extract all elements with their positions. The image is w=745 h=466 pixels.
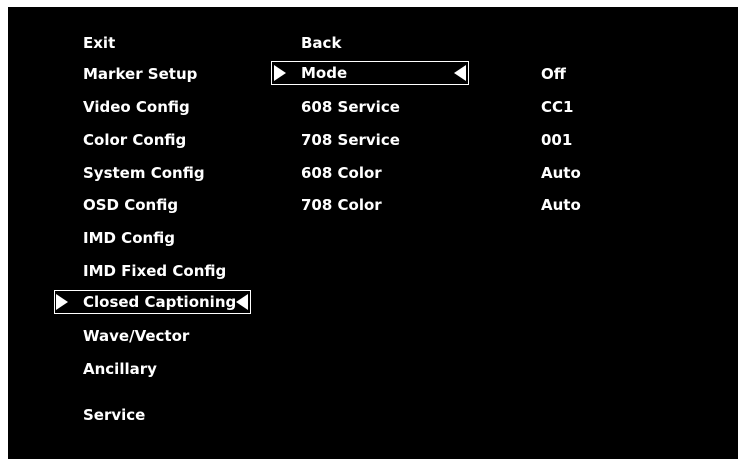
menu-item-ancillary[interactable]: Ancillary (83, 359, 157, 379)
setting-label-608-color[interactable]: 608 Color (301, 163, 382, 183)
setting-label-mode[interactable]: Mode (301, 63, 347, 83)
triangle-left-icon (236, 294, 248, 310)
menu-item-system-config[interactable]: System Config (83, 163, 205, 183)
setting-value-608-color: Auto (541, 164, 581, 182)
triangle-left-icon (454, 65, 466, 81)
menu-item-imd-config[interactable]: IMD Config (83, 228, 175, 248)
setting-label-608-service[interactable]: 608 Service (301, 97, 400, 117)
setting-value-708-service: 001 (541, 131, 573, 149)
setting-label-708-service[interactable]: 708 Service (301, 130, 400, 150)
menu-item-exit[interactable]: Exit (83, 33, 115, 53)
menu-item-osd-config[interactable]: OSD Config (83, 195, 178, 215)
menu-item-closed-captioning[interactable]: Closed Captioning (83, 292, 236, 312)
menu-item-video-config[interactable]: Video Config (83, 97, 190, 117)
menu-item-color-config[interactable]: Color Config (83, 130, 186, 150)
menu-item-wave-vector[interactable]: Wave/Vector (83, 326, 189, 346)
menu-item-service[interactable]: Service (83, 405, 145, 425)
setting-value-mode: Off (541, 65, 566, 83)
setting-label-708-color[interactable]: 708 Color (301, 195, 382, 215)
triangle-right-icon (56, 294, 68, 310)
osd-menu-screen: Exit Marker Setup Video Config Color Con… (8, 7, 738, 459)
setting-value-708-color: Auto (541, 196, 581, 214)
menu-item-marker-setup[interactable]: Marker Setup (83, 64, 197, 84)
menu-item-imd-fixed-config[interactable]: IMD Fixed Config (83, 261, 226, 281)
setting-value-608-service: CC1 (541, 98, 574, 116)
submenu-item-back[interactable]: Back (301, 33, 341, 53)
triangle-right-icon (274, 65, 286, 81)
